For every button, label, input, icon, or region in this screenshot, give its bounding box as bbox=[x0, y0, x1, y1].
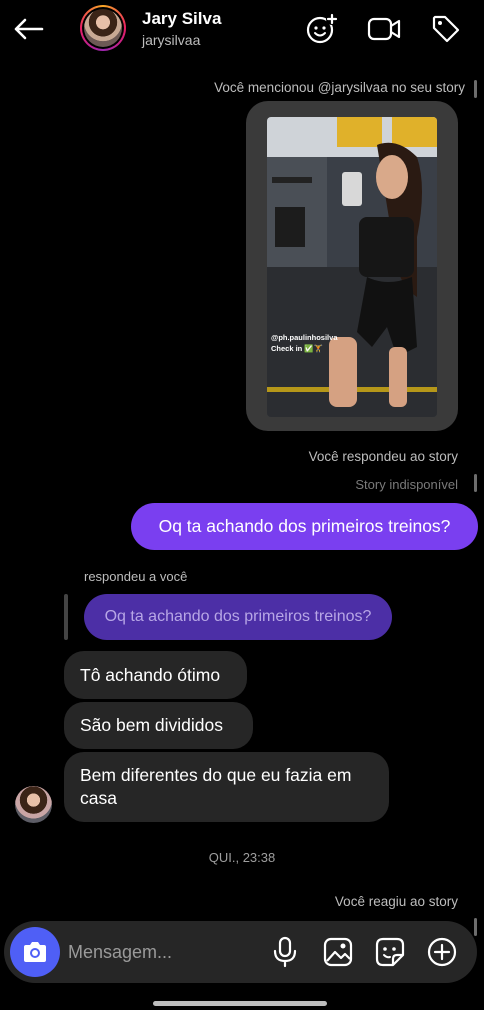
scrollbar-thumb-secondary bbox=[474, 474, 477, 492]
story-photo bbox=[267, 117, 437, 417]
replied-story-notice: Você respondeu ao story bbox=[308, 449, 458, 464]
gallery-button[interactable] bbox=[321, 935, 355, 969]
camera-icon bbox=[24, 942, 46, 962]
home-indicator[interactable] bbox=[153, 1001, 327, 1006]
microphone-icon bbox=[273, 936, 297, 968]
outgoing-message-bubble[interactable]: Oq ta achando dos primeiros treinos? bbox=[131, 503, 478, 550]
story-image[interactable]: @ph.paulinhosilva Check in ✅🏋 bbox=[267, 117, 437, 417]
more-options-button[interactable] bbox=[425, 935, 459, 969]
incoming-message-bubble[interactable]: São bem divididos bbox=[64, 702, 253, 749]
tag-icon bbox=[432, 15, 460, 43]
story-unavailable-notice: Story indisponível bbox=[355, 477, 458, 492]
quoted-message-bubble[interactable]: Oq ta achando dos primeiros treinos? bbox=[84, 594, 392, 640]
add-people-button[interactable] bbox=[304, 11, 340, 47]
back-button[interactable] bbox=[10, 12, 46, 46]
story-mention-tag: @ph.paulinhosilva bbox=[271, 333, 338, 342]
scrollbar-thumb-bottom bbox=[474, 918, 477, 936]
message-input[interactable] bbox=[68, 936, 258, 968]
sticker-button[interactable] bbox=[373, 935, 407, 969]
gallery-icon bbox=[323, 937, 353, 967]
story-checkin-tag: Check in ✅🏋 bbox=[271, 344, 324, 353]
profile-avatar[interactable] bbox=[80, 5, 126, 51]
reacted-story-notice: Você reagiu ao story bbox=[334, 894, 458, 909]
video-call-button[interactable] bbox=[366, 11, 402, 47]
plus-circle-icon bbox=[427, 937, 457, 967]
incoming-message-bubble[interactable]: Tô achando ótimo bbox=[64, 651, 247, 699]
message-composer bbox=[4, 921, 477, 983]
scrollbar-thumb[interactable] bbox=[474, 80, 477, 98]
story-preview-card[interactable]: @ph.paulinhosilva Check in ✅🏋 bbox=[246, 101, 458, 431]
reply-label: respondeu a você bbox=[84, 569, 188, 584]
thread-header: Jary Silva jarysilvaa bbox=[0, 0, 484, 58]
contact-name[interactable]: Jary Silva bbox=[142, 9, 221, 29]
add-people-icon bbox=[306, 13, 338, 44]
reply-quote-bar bbox=[64, 594, 68, 640]
dm-thread-screen: Jary Silva jarysilvaa Você mencionou @ja… bbox=[0, 0, 484, 1010]
camera-button[interactable] bbox=[10, 927, 60, 977]
incoming-message-bubble[interactable]: Bem diferentes do que eu fazia em casa bbox=[64, 752, 389, 822]
avatar-image bbox=[84, 9, 122, 47]
contact-avatar-small[interactable] bbox=[15, 786, 52, 823]
voice-message-button[interactable] bbox=[268, 935, 302, 969]
video-call-icon bbox=[367, 17, 401, 41]
tag-button[interactable] bbox=[428, 11, 464, 47]
mention-notice: Você mencionou @jarysilvaa no seu story bbox=[214, 80, 465, 95]
contact-username[interactable]: jarysilvaa bbox=[142, 32, 200, 48]
back-arrow-icon bbox=[14, 18, 44, 40]
message-timestamp: QUI., 23:38 bbox=[208, 850, 276, 865]
sticker-icon bbox=[375, 937, 405, 967]
